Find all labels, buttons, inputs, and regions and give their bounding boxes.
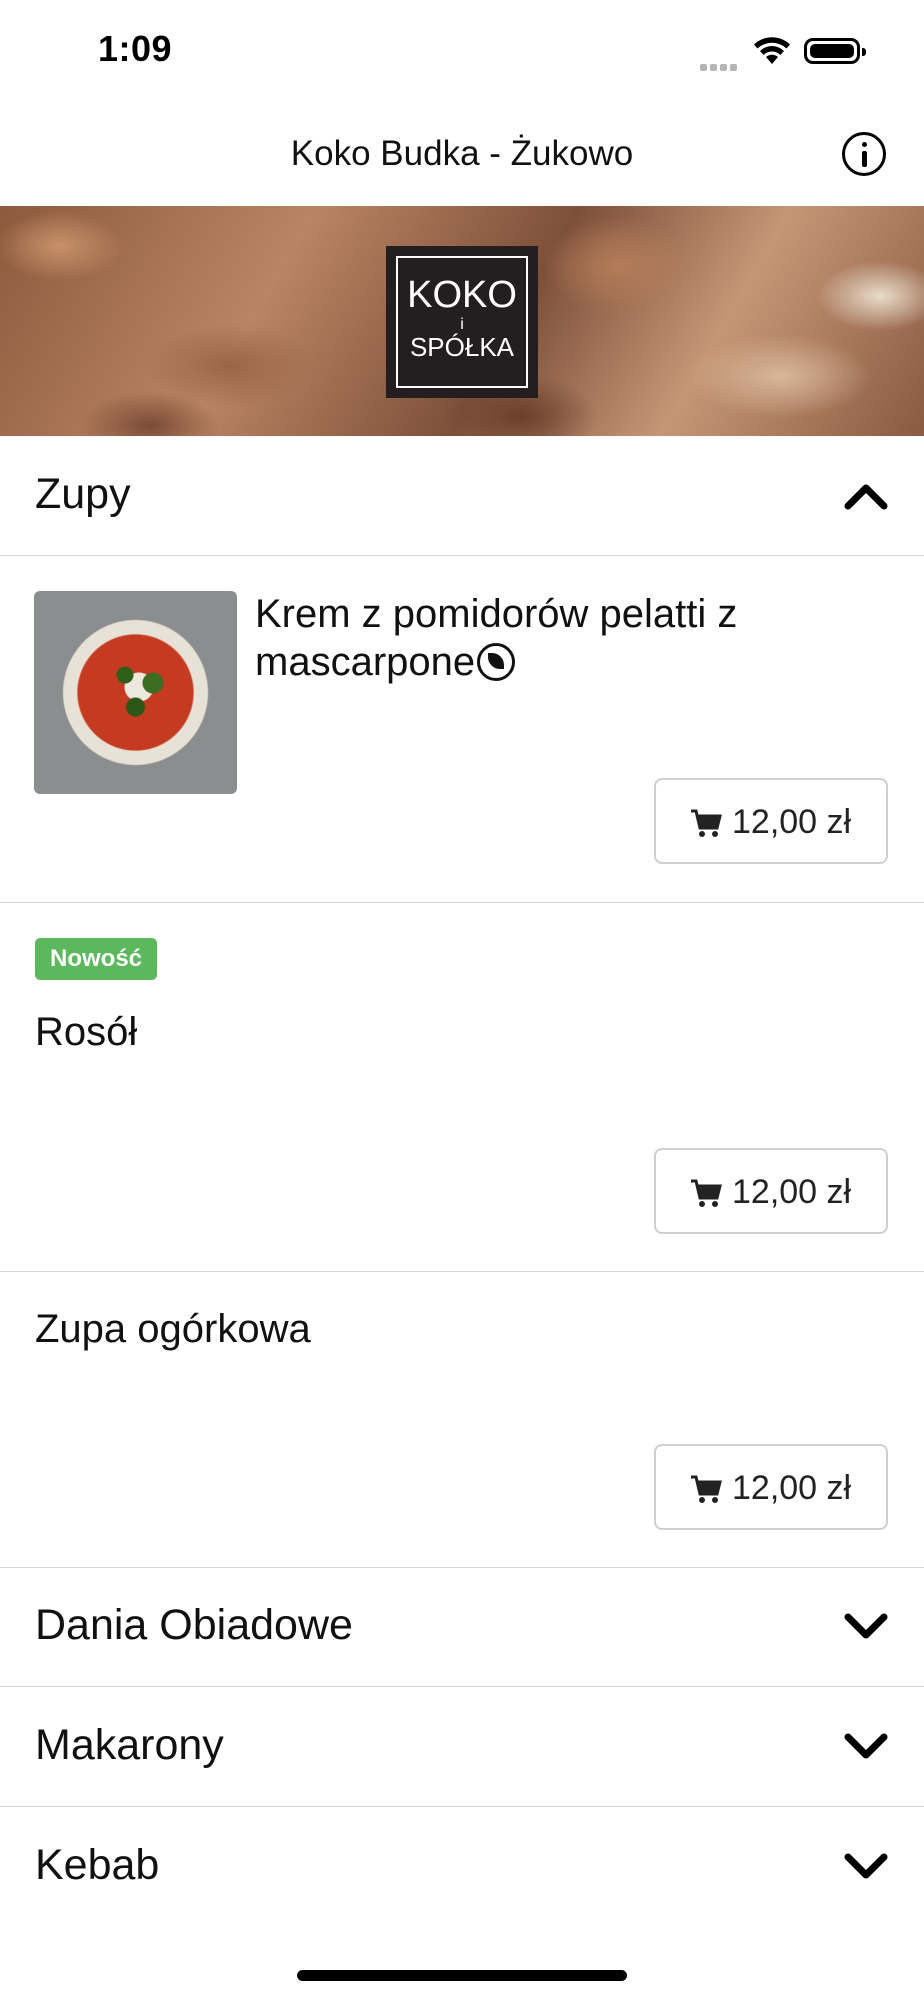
- add-to-cart-button[interactable]: 12,00 zł: [654, 1444, 888, 1530]
- chevron-down-icon: [844, 1613, 888, 1646]
- dish-name: Zupa ogórkowa: [35, 1307, 311, 1351]
- wifi-icon: [752, 36, 792, 71]
- category-title: Makarony: [35, 1721, 224, 1769]
- dish-photo: [34, 591, 237, 794]
- category-header-dania-obiadowe[interactable]: Dania Obiadowe: [0, 1567, 924, 1687]
- info-icon[interactable]: [842, 132, 886, 176]
- menu-item-rosol[interactable]: Nowość Rosół 12,00 zł: [0, 902, 924, 1272]
- category-header-kebab[interactable]: Kebab: [0, 1807, 924, 1926]
- restaurant-logo: KOKO i SPÓŁKA: [386, 246, 538, 398]
- price-label: 12,00 zł: [732, 1469, 852, 1507]
- restaurant-title: Koko Budka - Żukowo: [290, 134, 634, 173]
- status-time: 1:09: [98, 28, 173, 69]
- cellular-signal-icon: [700, 58, 740, 76]
- cart-icon: [690, 808, 722, 847]
- cart-icon: [690, 1474, 722, 1513]
- navigation-bar: Koko Budka - Żukowo: [0, 100, 924, 207]
- logo-text-spolka: SPÓŁKA: [409, 332, 515, 362]
- logo-text-koko: KOKO: [407, 274, 517, 316]
- add-to-cart-button[interactable]: 12,00 zł: [654, 1148, 888, 1234]
- chevron-up-icon: [844, 482, 888, 515]
- category-title: Dania Obiadowe: [35, 1601, 353, 1649]
- menu-item-krem-z-pomidorow[interactable]: Krem z pomidorów pelatti z mascarpone 12…: [0, 556, 924, 903]
- battery-icon: [804, 38, 866, 64]
- home-indicator[interactable]: [297, 1970, 627, 1981]
- category-header-zupy[interactable]: Zupy: [0, 436, 924, 556]
- price-label: 12,00 zł: [732, 1173, 852, 1211]
- chevron-down-icon: [844, 1853, 888, 1886]
- category-title: Zupy: [35, 470, 131, 518]
- category-header-makarony[interactable]: Makarony: [0, 1687, 924, 1807]
- new-badge: Nowość: [35, 938, 158, 980]
- status-bar: 1:09: [0, 0, 924, 100]
- add-to-cart-button[interactable]: 12,00 zł: [654, 778, 888, 864]
- cart-icon: [690, 1178, 722, 1217]
- price-label: 12,00 zł: [732, 803, 852, 841]
- chevron-down-icon: [844, 1733, 888, 1766]
- category-title: Kebab: [35, 1841, 160, 1889]
- menu-item-zupa-ogorkowa[interactable]: Zupa ogórkowa 12,00 zł: [0, 1271, 924, 1568]
- vegetarian-leaf-icon: [477, 643, 516, 681]
- dish-name: Rosół: [35, 1010, 138, 1054]
